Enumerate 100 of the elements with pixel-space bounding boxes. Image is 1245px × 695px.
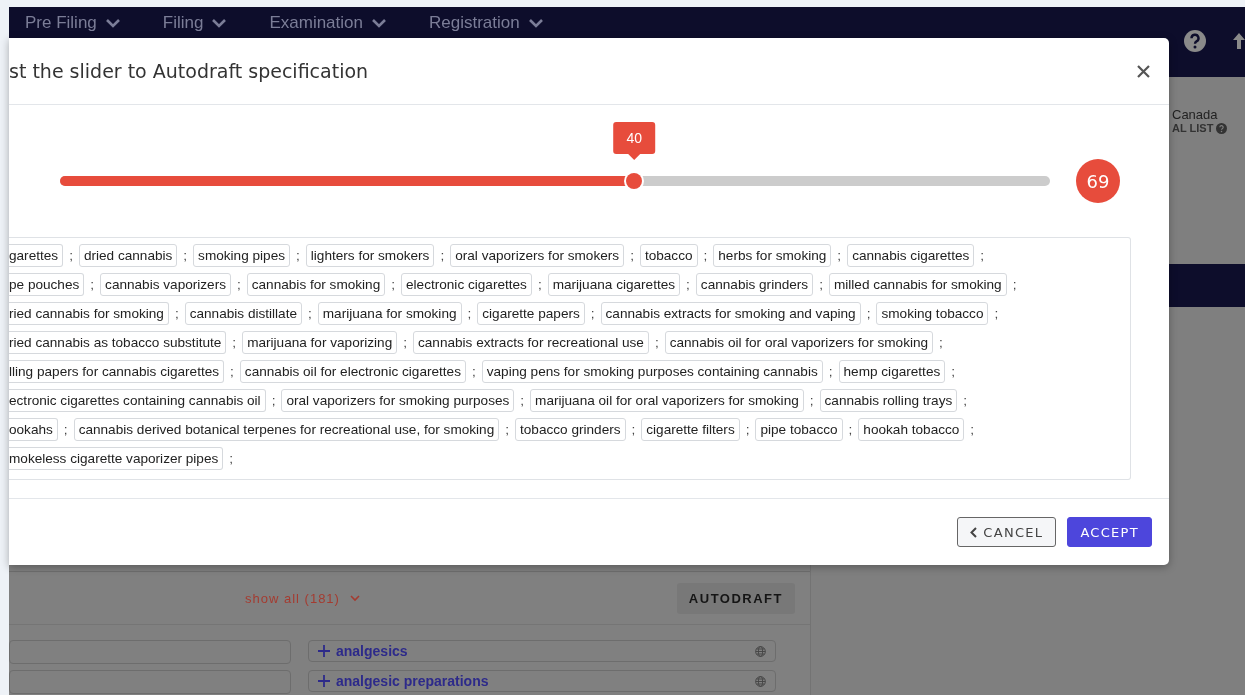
chevron-down-icon [527,18,544,28]
term-tag: cigarette filters [641,418,740,441]
separator: ; [229,451,234,466]
separator: ; [837,248,842,263]
separator: ; [654,335,659,350]
term-tag: herbs for smoking [713,244,832,267]
term-tag: tobacco [639,244,698,267]
globe-icon [755,645,766,657]
term-tag: mokeless cigarette vaporizer pipes [9,447,224,470]
term-tag: marijuana oil for oral vaporizers for smoking [530,389,804,412]
term-tag: lighters for smokers [305,244,435,267]
separator: ; [866,306,871,321]
separator: ; [994,306,999,321]
separator: ; [90,277,95,292]
separator: ; [951,364,956,379]
term-tag: hemp cigarettes [838,360,946,383]
term-tag: garettes [9,244,64,267]
separator: ; [505,422,509,437]
term-tag: tobacco grinders [515,418,626,441]
input-field[interactable] [9,670,291,694]
separator: ; [848,422,853,437]
term-tag: ried cannabis for smoking [9,302,169,325]
separator: ; [237,277,241,292]
globe-icon [755,675,766,687]
office-name: Canada [1172,107,1219,122]
separator: ; [980,248,985,263]
slider-thumb[interactable] [626,173,643,189]
separator: ; [440,248,445,263]
term-tag: marijuana cigarettes [547,273,681,296]
term-tag: cannabis oil for electronic cigarettes [239,360,466,383]
term-row[interactable]: analgesic preparations [308,670,776,692]
separator: ; [271,393,276,408]
term-tag: cannabis cigarettes [847,244,975,267]
autodraft-button[interactable]: AUTODRAFT [676,582,795,614]
separator: ; [391,277,395,292]
separator: ; [745,422,750,437]
separator: ; [970,422,975,437]
separator: ; [537,277,542,292]
separator: ; [230,364,234,379]
separator: ; [308,306,312,321]
chevron-down-icon [104,18,121,28]
term-tag: smoking pipes [193,244,290,267]
term-tag: lling papers for cannabis cigarettes [9,360,225,383]
term-tag: electronic cigarettes [401,273,532,296]
chevron-down-icon [211,18,228,28]
term-row[interactable]: analgesics [308,640,776,662]
term-tag: cannabis derived botanical terpenes for recreational use, for smoking [73,418,500,441]
term-tag: cannabis grinders [695,273,814,296]
term-tag: cannabis extracts for recreational use [413,331,649,354]
separator: ; [630,248,634,263]
term-tag: oral vaporizers for smoking purposes [281,389,515,412]
separator: ; [631,422,636,437]
separator: ; [63,422,68,437]
separator: ; [686,277,690,292]
term-tag: cigarette papers [477,302,585,325]
separator: ; [296,248,300,263]
term-tag: cannabis extracts for smoking and vaping [600,302,861,325]
nav-menu[interactable]: Registration [429,11,544,35]
close-button[interactable] [1135,62,1152,80]
term-tag: hookah tobacco [858,418,965,441]
dialog-title: st the slider to Autodraft specification [9,60,370,82]
separator: ; [403,335,407,350]
separator: ; [467,306,472,321]
separator: ; [819,277,823,292]
chevron-down-icon [349,594,360,602]
term-tag: cannabis oil for oral vaporizers for smoking [664,331,934,354]
term-tag: ectronic cigarettes containing cannabis oil [9,389,266,412]
separator: ; [232,335,237,350]
separator: ; [69,248,73,263]
nav-menu[interactable]: Pre Filing [25,11,121,35]
separator: ; [828,364,833,379]
term-tag: dried cannabis [78,244,178,267]
slider-value-tooltip: 40 [613,122,655,160]
term-tag: marijuana for vaporizing [242,331,398,354]
separator: ; [939,335,943,350]
input-field[interactable] [9,640,291,664]
term-tag: oral vaporizers for smokers [450,244,625,267]
term-tag: cannabis distillate [184,302,302,325]
close-icon [1137,64,1150,78]
help-icon[interactable] [1216,122,1228,134]
nav-menu[interactable]: Examination [269,11,387,35]
term-tag: milled cannabis for smoking [828,273,1007,296]
separator: ; [590,306,595,321]
separator: ; [963,393,968,408]
nav-menu[interactable]: Filing [162,11,228,35]
term-tag: cannabis for smoking [246,273,386,296]
max-count-badge: 69 [1076,159,1120,203]
term-tag: ried cannabis as tobacco substitute [9,331,227,354]
accept-button[interactable]: ACCEPT [1067,517,1152,547]
term-tag: pe pouches [9,273,85,296]
separator: ; [1012,277,1017,292]
chevron-left-icon [970,526,978,538]
separator: ; [471,364,476,379]
cancel-button[interactable]: CANCEL [957,517,1057,547]
separator: ; [703,248,708,263]
term-tag: marijuana for smoking [317,302,462,325]
separator: ; [520,393,525,408]
help-icon[interactable] [1183,29,1207,53]
separator: ; [809,393,814,408]
term-tag: cannabis rolling trays [819,389,958,412]
